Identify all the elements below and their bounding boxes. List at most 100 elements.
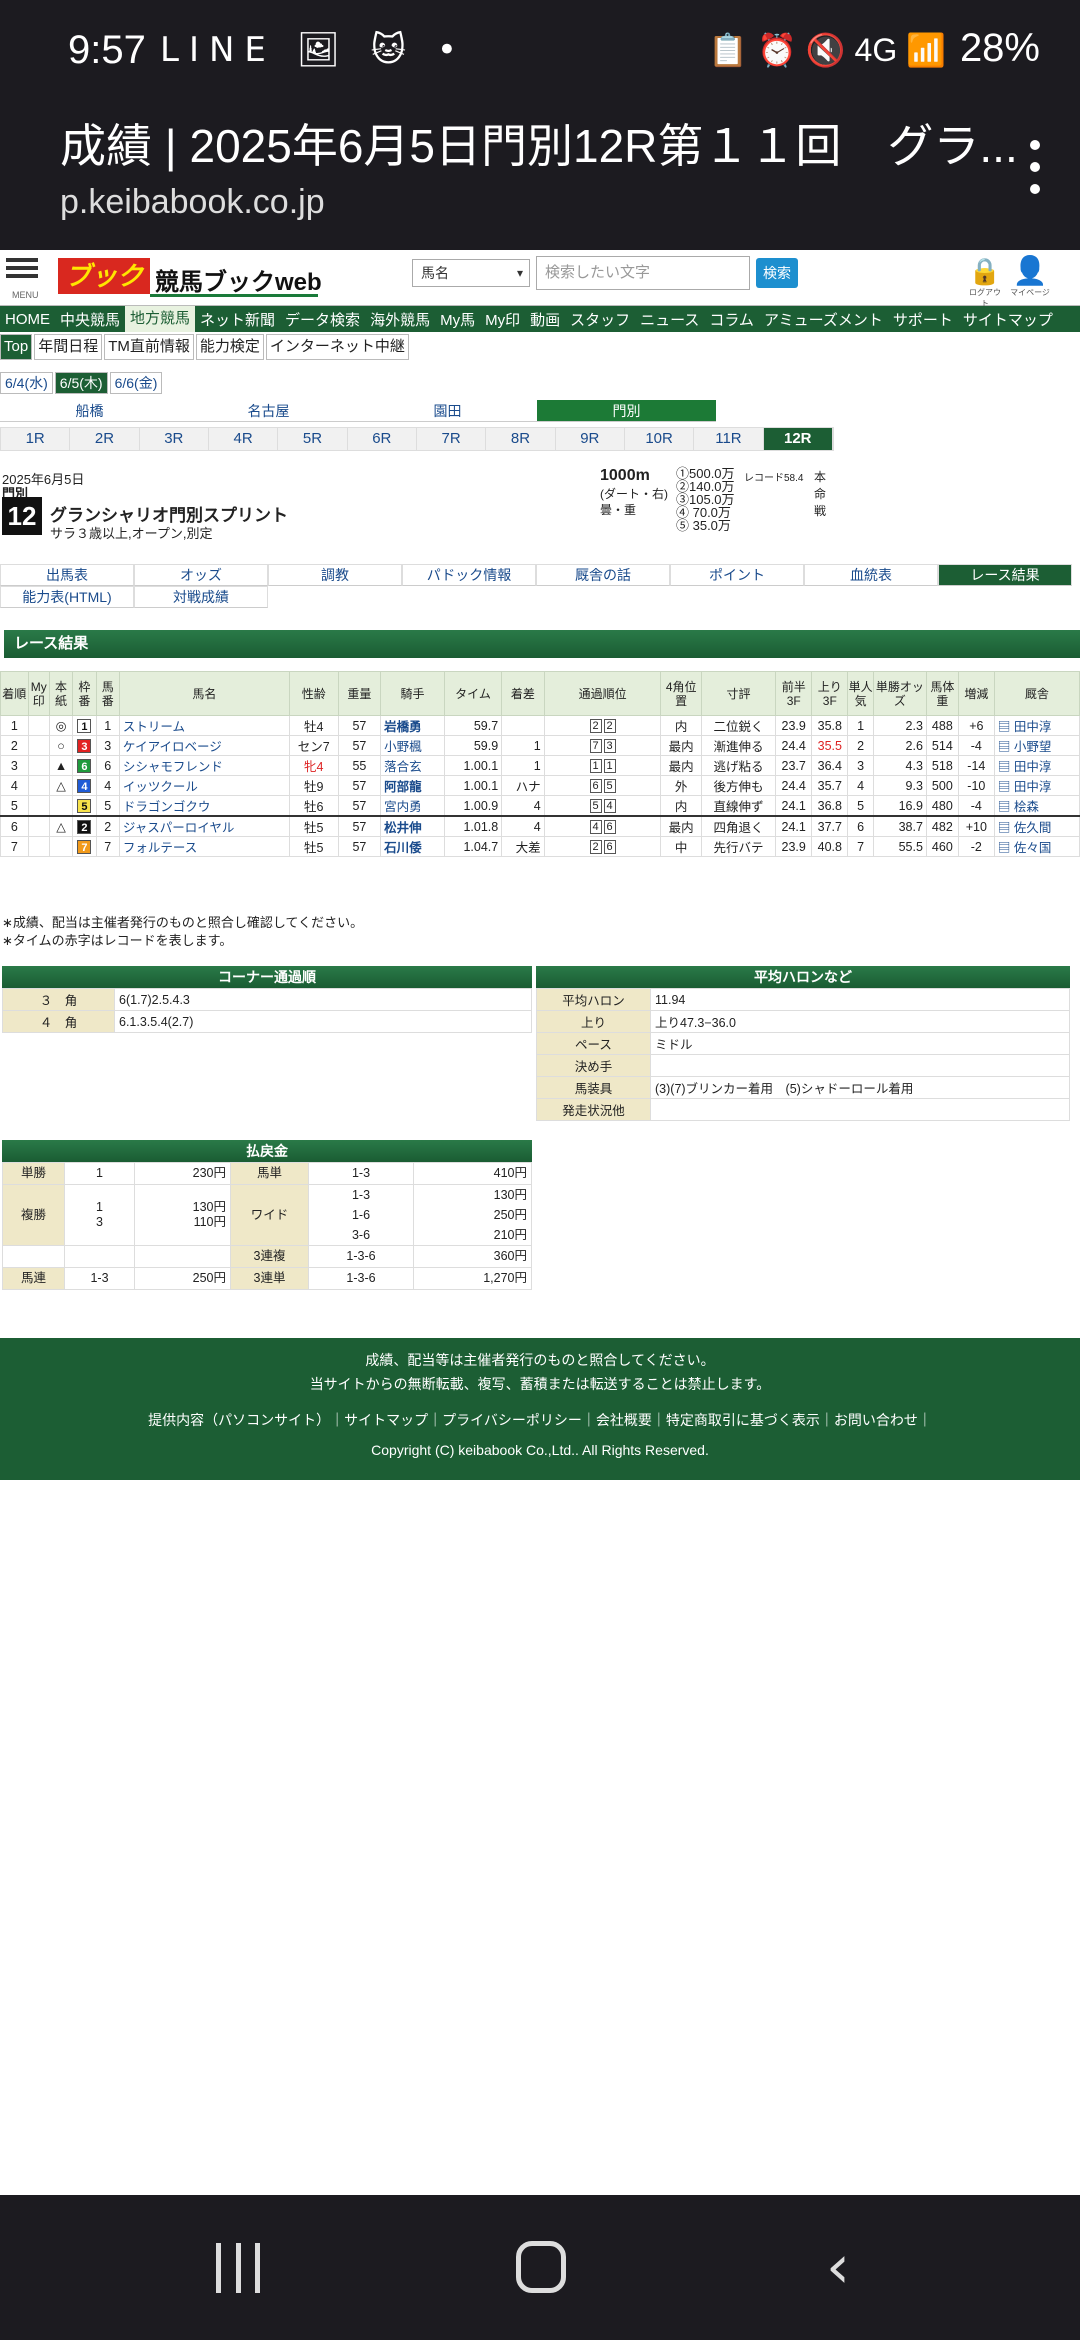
trainer-link[interactable]: 田中淳 bbox=[1014, 760, 1052, 774]
trainer-link[interactable]: 桧森 bbox=[1014, 800, 1039, 814]
page-tab[interactable]: 出馬表 bbox=[0, 564, 134, 586]
jockey-link[interactable]: 石川倭 bbox=[384, 841, 422, 855]
bet-payout: 360円 bbox=[413, 1245, 532, 1268]
race-tab[interactable]: 2R bbox=[70, 428, 140, 450]
jockey-link[interactable]: 宮内勇 bbox=[384, 800, 422, 814]
global-nav-item[interactable]: アミューズメント bbox=[759, 309, 888, 330]
cell-chg: -4 bbox=[957, 795, 995, 817]
global-nav-item[interactable]: サイトマップ bbox=[958, 309, 1058, 330]
race-tab[interactable]: 10R bbox=[625, 428, 695, 450]
search-type-select[interactable]: 馬名 bbox=[412, 259, 530, 287]
page-tab[interactable]: ポイント bbox=[670, 564, 804, 586]
global-nav-item[interactable]: データ検索 bbox=[280, 309, 365, 330]
global-nav-item[interactable]: My馬 bbox=[435, 309, 480, 330]
bet-number: 1-3 bbox=[351, 1188, 371, 1202]
cell-pos4: 最内 bbox=[660, 755, 702, 776]
date-tab[interactable]: 6/4(水) bbox=[0, 372, 53, 394]
global-nav-item[interactable]: 動画 bbox=[525, 309, 565, 330]
menu-icon[interactable]: MENU bbox=[4, 254, 40, 300]
sub-nav-item[interactable]: 年間日程 bbox=[34, 334, 103, 360]
venue-tab[interactable]: 船橋 bbox=[0, 400, 179, 422]
sub-nav-item[interactable]: 能力検定 bbox=[195, 334, 264, 360]
global-nav-item[interactable]: ネット新聞 bbox=[195, 309, 280, 330]
venue-tab[interactable]: 門別 bbox=[537, 400, 716, 422]
race-tab[interactable]: 12R bbox=[763, 428, 833, 450]
cell-bw: 460 bbox=[925, 836, 959, 857]
race-tab[interactable]: 1R bbox=[1, 428, 71, 450]
back-icon[interactable]: ‹ bbox=[826, 2237, 850, 2297]
global-nav-item[interactable]: 中央競馬 bbox=[55, 309, 125, 330]
global-nav-item[interactable]: HOME bbox=[0, 311, 55, 328]
jockey-link[interactable]: 岩橋勇 bbox=[384, 720, 422, 734]
jockey-link[interactable]: 小野楓 bbox=[384, 740, 422, 754]
cell-wt: 57 bbox=[337, 795, 382, 817]
horse-link[interactable]: ドラゴンゴクウ bbox=[123, 800, 211, 814]
horse-link[interactable]: フォルテース bbox=[123, 841, 197, 855]
cell-l3: 40.8 bbox=[811, 836, 849, 857]
search-button[interactable]: 検索 bbox=[756, 258, 798, 288]
page-tab[interactable]: パドック情報 bbox=[402, 564, 536, 586]
more-options-icon[interactable] bbox=[1020, 140, 1050, 196]
horse-link[interactable]: ストリーム bbox=[123, 720, 185, 734]
page-tab[interactable]: レース結果 bbox=[938, 564, 1072, 586]
race-tab[interactable]: 8R bbox=[486, 428, 556, 450]
site-logo[interactable]: ブック bbox=[58, 258, 150, 294]
site-name[interactable]: 競馬ブックweb bbox=[155, 262, 322, 297]
race-tab[interactable]: 6R bbox=[348, 428, 417, 450]
race-tab[interactable]: 5R bbox=[278, 428, 348, 450]
page-tab[interactable]: 対戦成績 bbox=[134, 586, 268, 608]
global-nav-item[interactable]: My印 bbox=[480, 309, 525, 330]
trainer-link[interactable]: 小野望 bbox=[1014, 740, 1052, 754]
race-tab[interactable]: 7R bbox=[417, 428, 487, 450]
horse-link[interactable]: イッツクール bbox=[123, 780, 198, 794]
page-tab[interactable]: 調教 bbox=[268, 564, 402, 586]
sub-nav-item[interactable]: TM直前情報 bbox=[104, 334, 194, 360]
horse-link[interactable]: シシャモフレンド bbox=[123, 760, 223, 774]
cell-odds: 16.9 bbox=[872, 795, 927, 817]
race-tab[interactable]: 9R bbox=[556, 428, 625, 450]
search-input[interactable]: 検索したい文字 bbox=[536, 256, 750, 290]
venue-tab[interactable]: 名古屋 bbox=[179, 400, 358, 422]
horse-link[interactable]: ケイアイロベージ bbox=[123, 740, 222, 754]
sub-nav-item[interactable]: Top bbox=[0, 334, 33, 360]
jockey-link[interactable]: 阿部龍 bbox=[384, 780, 422, 794]
race-tab[interactable]: 11R bbox=[694, 428, 764, 450]
notes: ∗成績、配当は主催者発行のものと照合し確認してください。 ∗タイムの赤字はレコー… bbox=[2, 914, 363, 950]
footer-links[interactable]: 提供内容（パソコンサイト）｜サイトマップ｜プライバシーポリシー｜会社概要｜特定商… bbox=[0, 1410, 1080, 1430]
home-icon[interactable] bbox=[516, 2241, 566, 2293]
trainer-link[interactable]: 佐々国 bbox=[1014, 841, 1052, 855]
race-tab[interactable]: 3R bbox=[140, 428, 209, 450]
payout-title: 払戻金 bbox=[2, 1140, 532, 1162]
halon-label: 決め手 bbox=[536, 1054, 651, 1077]
race-tab[interactable]: 4R bbox=[209, 428, 279, 450]
page-tab[interactable]: 能力表(HTML) bbox=[0, 586, 134, 608]
global-nav-item[interactable]: ニュース bbox=[635, 309, 704, 330]
logout-button[interactable]: 🔒 ログアウト bbox=[968, 256, 1002, 308]
date-tab[interactable]: 6/5(木) bbox=[54, 372, 108, 394]
bet-payout: 410円 bbox=[413, 1162, 532, 1185]
cell-pos4: 最内 bbox=[660, 815, 702, 837]
page-tab[interactable]: 厩舎の話 bbox=[536, 564, 670, 586]
cell-sex: 牡5 bbox=[288, 836, 339, 857]
trainer-link[interactable]: 佐久間 bbox=[1014, 821, 1052, 835]
horse-link[interactable]: ジャスパーロイヤル bbox=[123, 821, 235, 835]
mypage-button[interactable]: 👤 マイページ bbox=[1010, 254, 1050, 300]
jockey-link[interactable]: 落合玄 bbox=[384, 760, 422, 774]
global-nav-item[interactable]: コラム bbox=[704, 309, 759, 330]
trainer-link[interactable]: 田中淳 bbox=[1014, 780, 1052, 794]
global-nav-item[interactable]: 地方競馬 bbox=[125, 306, 196, 332]
page-tab[interactable]: オッズ bbox=[134, 564, 268, 586]
date-tab[interactable]: 6/6(金) bbox=[109, 372, 163, 394]
sub-nav-item[interactable]: インターネット中継 bbox=[265, 334, 409, 360]
venue-tab[interactable]: 園田 bbox=[358, 400, 537, 422]
jockey-link[interactable]: 松井伸 bbox=[384, 821, 422, 835]
page-title[interactable]: 成績 | 2025年6月5日門別12R第１１回 グラ... bbox=[60, 110, 1018, 176]
global-nav-item[interactable]: スタッフ bbox=[565, 309, 635, 330]
page-tab[interactable]: 血統表 bbox=[804, 564, 938, 586]
global-nav-item[interactable]: サポート bbox=[888, 309, 958, 330]
cell-comment: 漸進伸る bbox=[700, 735, 777, 756]
recent-apps-icon[interactable] bbox=[216, 2243, 260, 2293]
global-nav-item[interactable]: 海外競馬 bbox=[365, 309, 435, 330]
url-host[interactable]: p.keibabook.co.jp bbox=[60, 183, 325, 222]
trainer-link[interactable]: 田中淳 bbox=[1014, 720, 1052, 734]
